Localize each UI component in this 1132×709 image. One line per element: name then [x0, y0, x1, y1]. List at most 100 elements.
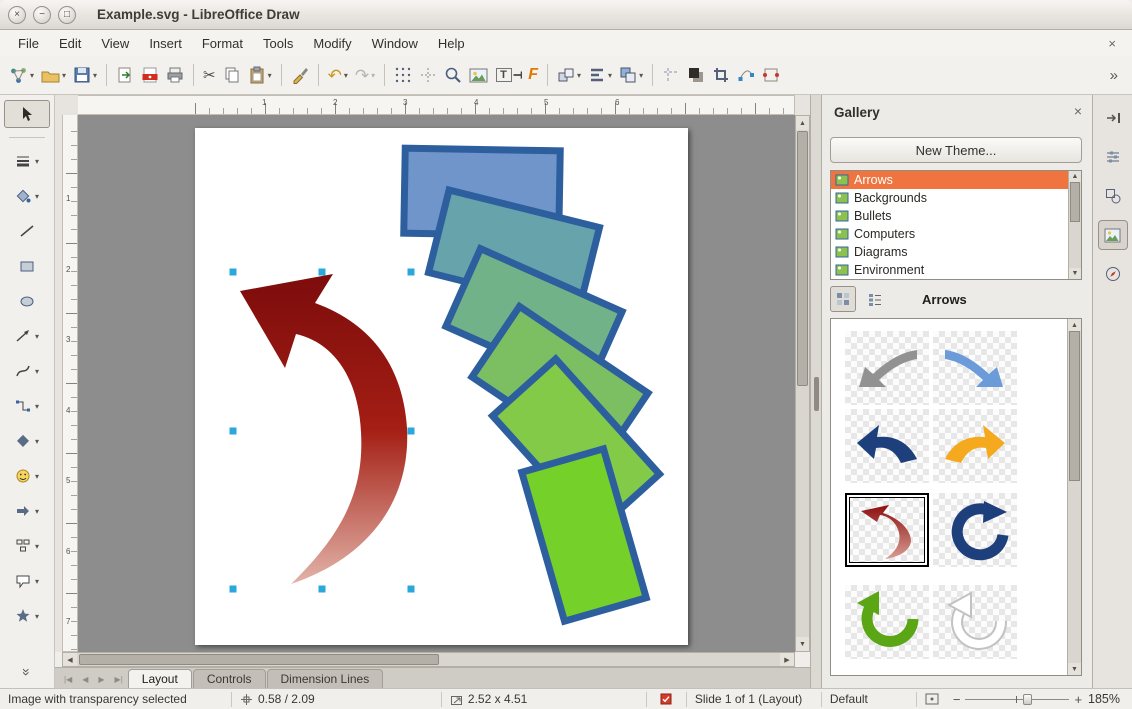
- connector-tool[interactable]: ▾: [4, 392, 50, 420]
- dropdown-caret-icon[interactable]: ▾: [35, 437, 39, 446]
- ellipse-tool[interactable]: [4, 287, 50, 315]
- panel-splitter[interactable]: [810, 95, 822, 688]
- edit-points-button[interactable]: [734, 63, 758, 87]
- canvas-background[interactable]: [78, 115, 795, 652]
- zoom-in-button[interactable]: +: [1074, 692, 1082, 707]
- zoom-out-button[interactable]: −: [953, 692, 961, 707]
- fill-color-tool[interactable]: ▾: [4, 182, 50, 210]
- gallery-thumb-dark-blue-swoosh-arrow[interactable]: [845, 409, 929, 483]
- window-minimize-button[interactable]: −: [33, 6, 51, 24]
- zoom-button[interactable]: [441, 63, 465, 87]
- dropdown-caret-icon[interactable]: ▾: [608, 71, 612, 80]
- dropdown-caret-icon[interactable]: ▾: [35, 367, 39, 376]
- dropdown-caret-icon[interactable]: ▾: [30, 71, 34, 80]
- red-curved-arrow-shape[interactable]: [240, 274, 407, 584]
- dropdown-caret-icon[interactable]: ▾: [639, 71, 643, 80]
- drawing-page[interactable]: [195, 128, 688, 645]
- line-tool[interactable]: [4, 217, 50, 245]
- navigator-deck-button[interactable]: [1098, 259, 1128, 289]
- selection-handle-nw[interactable]: [230, 269, 237, 276]
- properties-deck-button[interactable]: [1098, 142, 1128, 172]
- helplines-button[interactable]: [659, 63, 683, 87]
- fit-slide-button[interactable]: [917, 692, 947, 707]
- dropdown-caret-icon[interactable]: ▾: [35, 577, 39, 586]
- paste-button[interactable]: ▾: [245, 63, 275, 87]
- close-document-button[interactable]: ×: [1100, 36, 1124, 51]
- selection-handle-w[interactable]: [230, 428, 237, 435]
- gallery-thumb-outline-circular-arrow[interactable]: [933, 585, 1017, 659]
- theme-list-scrollbar[interactable]: ▲ ▼: [1068, 171, 1081, 279]
- next-slide-button[interactable]: ▶: [93, 670, 109, 688]
- dropdown-caret-icon[interactable]: ▾: [35, 192, 39, 201]
- dropdown-caret-icon[interactable]: ▾: [268, 71, 272, 80]
- undo-button[interactable]: ↶▾: [325, 64, 351, 87]
- selection-handle-s[interactable]: [319, 586, 326, 593]
- titlebar[interactable]: × − □ Example.svg - LibreOffice Draw: [0, 0, 1132, 30]
- save-button[interactable]: ▾: [70, 63, 100, 87]
- selection-handle-se[interactable]: [408, 586, 415, 593]
- tab-layout[interactable]: Layout: [128, 669, 192, 688]
- select-tool[interactable]: [4, 100, 50, 128]
- horizontal-scrollbar[interactable]: ◀ ▶: [62, 652, 795, 667]
- gallery-deck-button[interactable]: [1098, 220, 1128, 250]
- basic-shapes-tool[interactable]: ▾: [4, 427, 50, 455]
- zoom-slider-track[interactable]: [965, 693, 1069, 706]
- new-button[interactable]: ▾: [6, 63, 37, 88]
- window-maximize-button[interactable]: □: [58, 6, 76, 24]
- flowchart-tool[interactable]: ▾: [4, 532, 50, 560]
- gallery-close-button[interactable]: ×: [1074, 103, 1082, 119]
- dropdown-caret-icon[interactable]: ▾: [35, 612, 39, 621]
- vertical-ruler[interactable]: 1 2 3 4 5 6 7: [62, 115, 78, 652]
- object-size-status[interactable]: 2.52 x 4.51: [442, 692, 647, 707]
- dropdown-caret-icon[interactable]: ▾: [35, 157, 39, 166]
- scroll-down-button[interactable]: ▼: [1069, 268, 1081, 279]
- display-grid-button[interactable]: [391, 63, 415, 87]
- export-pdf-button[interactable]: [138, 63, 162, 87]
- stars-tool[interactable]: ▾: [4, 602, 50, 630]
- cursor-position-status[interactable]: 0.58 / 2.09: [232, 692, 442, 707]
- dropdown-caret-icon[interactable]: ▾: [577, 71, 581, 80]
- theme-item-arrows[interactable]: Arrows: [831, 171, 1081, 189]
- window-close-button[interactable]: ×: [8, 6, 26, 24]
- menu-view[interactable]: View: [91, 32, 139, 55]
- menu-insert[interactable]: Insert: [139, 32, 192, 55]
- line-style-tool[interactable]: ▾: [4, 147, 50, 175]
- document-modified-status[interactable]: [647, 692, 687, 707]
- list-view-button[interactable]: [862, 286, 888, 312]
- crop-button[interactable]: [709, 63, 733, 87]
- copy-button[interactable]: [220, 63, 244, 87]
- horizontal-scrollbar-thumb[interactable]: [79, 654, 439, 665]
- splitter-grip[interactable]: [814, 377, 819, 411]
- transformations-button[interactable]: ▾: [554, 63, 584, 87]
- shadow-button[interactable]: [684, 63, 708, 87]
- dropdown-caret-icon[interactable]: ▾: [35, 402, 39, 411]
- snap-guides-button[interactable]: [416, 63, 440, 87]
- gallery-thumb-green-circular-arrow[interactable]: [845, 585, 929, 659]
- dropdown-caret-icon[interactable]: ▾: [62, 71, 66, 80]
- glue-points-button[interactable]: [759, 63, 783, 87]
- theme-item-environment[interactable]: Environment: [831, 261, 1081, 279]
- callouts-tool[interactable]: ▾: [4, 567, 50, 595]
- fontwork-button[interactable]: F: [525, 64, 541, 86]
- thumbnails-scrollbar-thumb[interactable]: [1069, 331, 1080, 481]
- symbol-shapes-tool[interactable]: ▾: [4, 462, 50, 490]
- horizontal-ruler[interactable]: 1 2 3 4 5 6: [78, 95, 795, 115]
- scroll-up-button[interactable]: ▲: [796, 116, 809, 130]
- zoom-slider-handle[interactable]: [1023, 694, 1032, 705]
- arrange-button[interactable]: ▾: [616, 63, 646, 87]
- drawing-toolbar-overflow-button[interactable]: »: [19, 668, 35, 676]
- theme-item-backgrounds[interactable]: Backgrounds: [831, 189, 1081, 207]
- theme-list-scrollbar-thumb[interactable]: [1070, 182, 1080, 222]
- dropdown-caret-icon[interactable]: ▾: [35, 507, 39, 516]
- curve-tool[interactable]: ▾: [4, 357, 50, 385]
- scroll-right-button[interactable]: ▶: [780, 653, 794, 666]
- open-button[interactable]: ▾: [38, 64, 69, 87]
- gallery-thumb-dark-blue-circular-arrow[interactable]: [933, 493, 1017, 567]
- menu-modify[interactable]: Modify: [303, 32, 361, 55]
- theme-item-bullets[interactable]: Bullets: [831, 207, 1081, 225]
- scroll-up-button[interactable]: ▲: [1068, 319, 1081, 331]
- selection-handle-sw[interactable]: [230, 586, 237, 593]
- selection-handle-ne[interactable]: [408, 269, 415, 276]
- icon-view-button[interactable]: [830, 286, 856, 312]
- dropdown-caret-icon[interactable]: ▾: [35, 542, 39, 551]
